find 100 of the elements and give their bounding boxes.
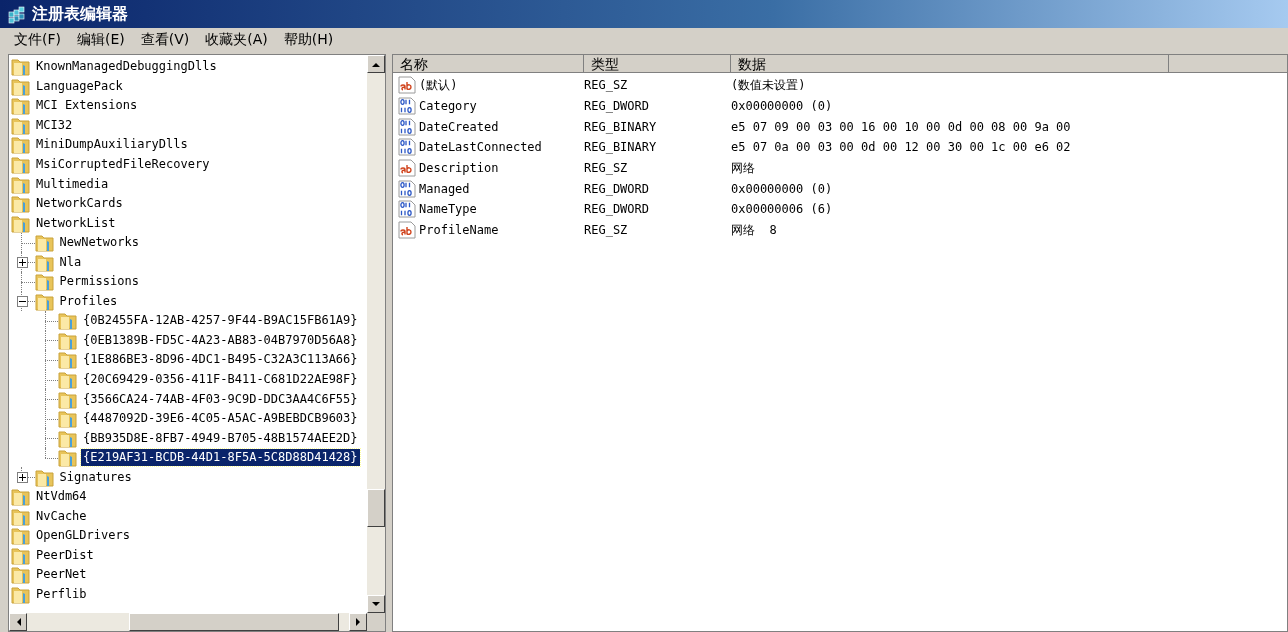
value-type: REG_SZ bbox=[584, 161, 628, 176]
value-name[interactable]: ProfileName bbox=[419, 223, 499, 238]
tree-item[interactable]: Profiles bbox=[57, 292, 120, 310]
folder-icon bbox=[11, 115, 31, 135]
folder-icon bbox=[34, 272, 55, 292]
scroll-thumb[interactable] bbox=[129, 613, 339, 631]
tree-item[interactable]: Multimedia bbox=[34, 175, 111, 193]
tree-item[interactable]: {4487092D-39E6-4C05-A5AC-A9BEBDCB9603} bbox=[81, 410, 360, 428]
tree-item[interactable]: NtVdm64 bbox=[34, 488, 89, 506]
tree-item[interactable]: {1E886BE3-8D96-4DC1-B495-C32A3C113A66} bbox=[81, 351, 360, 369]
expand-toggle[interactable] bbox=[17, 256, 28, 268]
tree-item[interactable]: Nla bbox=[57, 253, 84, 271]
down-triangle-icon bbox=[372, 601, 380, 607]
folder-icon bbox=[11, 76, 31, 96]
tree-item[interactable]: {3566CA24-74AB-4F03-9C9D-DDC3AA4C6F55} bbox=[81, 390, 360, 408]
column-header[interactable]: 数据 bbox=[731, 55, 1169, 73]
tree-item[interactable]: {0B2455FA-12AB-4257-9F44-B9AC15FB61A9} bbox=[81, 312, 360, 330]
tree-item[interactable]: PeerDist bbox=[34, 546, 96, 564]
vertical-scrollbar[interactable] bbox=[367, 55, 385, 613]
registry-app-icon bbox=[8, 4, 28, 24]
tree-item[interactable]: NewNetworks bbox=[57, 234, 141, 252]
tree-item[interactable]: MCI Extensions bbox=[34, 97, 140, 115]
binary-value-icon bbox=[398, 200, 416, 219]
value-type: REG_BINARY bbox=[584, 140, 657, 155]
value-type: REG_SZ bbox=[584, 223, 628, 238]
tree-item[interactable]: MsiCorruptedFileRecovery bbox=[34, 156, 212, 173]
menu-item[interactable]: 编辑(E) bbox=[71, 29, 131, 51]
tree-item[interactable]: {0EB1389B-FD5C-4A23-AB83-04B7970D56A8} bbox=[81, 331, 360, 349]
tree-item[interactable]: PeerNet bbox=[34, 566, 89, 584]
value-name[interactable]: Category bbox=[419, 99, 477, 114]
value-data: 网络 bbox=[731, 159, 755, 177]
tree-item[interactable]: {E219AF31-BCDB-44D1-8F5A-5C8D88D41428} bbox=[81, 449, 360, 467]
folder-icon bbox=[11, 526, 31, 546]
menu-item[interactable]: 查看(V) bbox=[134, 29, 196, 51]
folder-icon bbox=[11, 585, 31, 605]
folder-icon bbox=[34, 252, 55, 272]
folder-icon bbox=[11, 506, 31, 526]
plus-icon bbox=[19, 473, 26, 481]
value-name[interactable]: (默认) bbox=[419, 76, 458, 94]
scroll-up-button[interactable] bbox=[367, 55, 385, 73]
left-triangle-icon bbox=[15, 618, 21, 626]
value-name[interactable]: NameType bbox=[419, 202, 477, 217]
value-data: 0x00000006 (6) bbox=[731, 202, 833, 217]
plus-icon bbox=[19, 258, 26, 266]
column-header[interactable]: 名称 bbox=[393, 55, 584, 73]
string-value-icon bbox=[398, 159, 416, 178]
folder-icon bbox=[34, 467, 55, 487]
tree-item[interactable]: {BB935D8E-8FB7-4949-B705-48B1574AEE2D} bbox=[81, 429, 360, 447]
tree-item[interactable]: NvCache bbox=[34, 507, 89, 525]
folder-icon bbox=[11, 565, 31, 585]
value-type: REG_SZ bbox=[584, 78, 628, 93]
value-name[interactable]: DateLastConnected bbox=[419, 140, 542, 155]
tree-item[interactable]: Permissions bbox=[57, 273, 141, 291]
binary-value-icon bbox=[398, 117, 416, 136]
folder-icon bbox=[58, 389, 78, 409]
up-triangle-icon bbox=[372, 61, 380, 67]
menu-item[interactable]: 帮助(H) bbox=[277, 29, 340, 51]
folder-icon bbox=[11, 96, 31, 116]
folder-icon bbox=[58, 311, 78, 331]
expand-toggle[interactable] bbox=[17, 295, 28, 307]
value-type: REG_DWORD bbox=[584, 202, 650, 217]
folder-icon bbox=[58, 330, 78, 350]
folder-icon bbox=[34, 233, 55, 253]
tree-item[interactable]: Signatures bbox=[57, 468, 134, 486]
value-data: e5 07 0a 00 03 00 0d 00 12 00 30 00 1c 00 e6 02 bbox=[731, 140, 1071, 155]
horizontal-scrollbar[interactable] bbox=[9, 613, 367, 631]
folder-icon bbox=[58, 409, 78, 429]
window-title: 注册表编辑器 bbox=[32, 3, 128, 25]
column-header[interactable]: 类型 bbox=[584, 55, 731, 73]
folder-icon bbox=[11, 545, 31, 565]
tree-item[interactable]: {20C69429-0356-411F-B411-C681D22AE98F} bbox=[81, 371, 360, 388]
tree-item[interactable]: OpenGLDrivers bbox=[34, 527, 132, 545]
tree-item[interactable]: LanguagePack bbox=[34, 77, 125, 95]
tree-item[interactable]: KnownManagedDebuggingDlls bbox=[34, 58, 219, 76]
value-name[interactable]: DateCreated bbox=[419, 119, 499, 134]
menu-item[interactable]: 文件(F) bbox=[8, 29, 67, 51]
scroll-down-button[interactable] bbox=[367, 595, 385, 613]
tree-item[interactable]: NetworkList bbox=[34, 214, 118, 232]
folder-icon bbox=[11, 57, 31, 77]
right-triangle-icon bbox=[355, 618, 361, 626]
value-data: (数值未设置) bbox=[731, 76, 806, 94]
scroll-left-button[interactable] bbox=[9, 613, 27, 631]
value-name[interactable]: Managed bbox=[419, 181, 470, 196]
tree-item[interactable]: Perflib bbox=[34, 586, 89, 604]
scroll-right-button[interactable] bbox=[349, 613, 367, 631]
value-name[interactable]: Description bbox=[419, 161, 499, 176]
value-data: 网络 8 bbox=[731, 221, 777, 239]
expand-toggle[interactable] bbox=[17, 471, 28, 483]
binary-value-icon bbox=[398, 179, 416, 198]
value-type: REG_BINARY bbox=[584, 119, 657, 134]
value-data: e5 07 09 00 03 00 16 00 10 00 0d 00 08 00 9a 00 bbox=[731, 119, 1071, 134]
scroll-thumb[interactable] bbox=[367, 489, 385, 527]
tree-item[interactable]: MiniDumpAuxiliaryDlls bbox=[34, 136, 190, 154]
value-data: 0x00000000 (0) bbox=[731, 99, 833, 114]
tree-item[interactable]: NetworkCards bbox=[34, 195, 125, 213]
tree-item[interactable]: MCI32 bbox=[34, 116, 75, 134]
folder-icon bbox=[11, 135, 31, 155]
folder-icon bbox=[34, 291, 55, 311]
folder-icon bbox=[11, 487, 31, 507]
menu-item[interactable]: 收藏夹(A) bbox=[199, 29, 274, 51]
